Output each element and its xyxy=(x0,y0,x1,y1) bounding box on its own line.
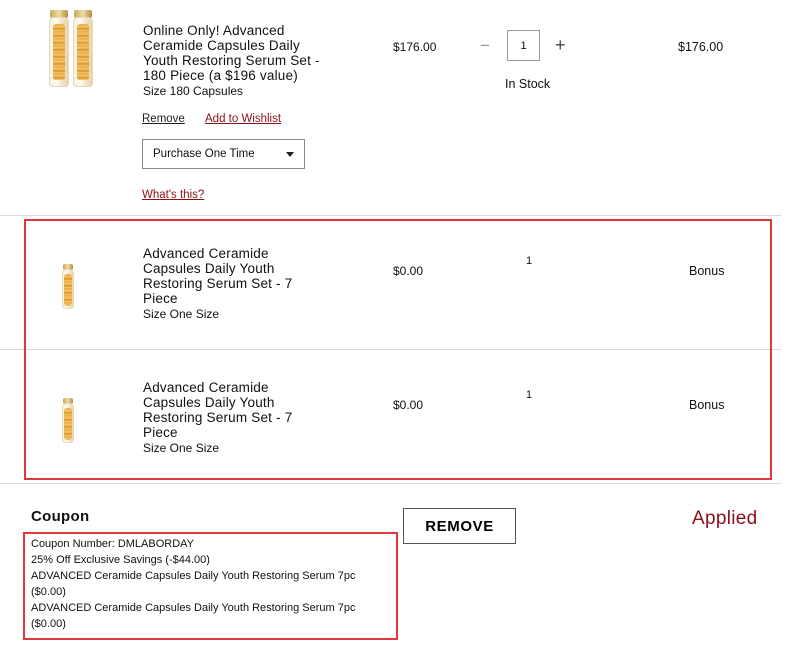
product-title-line: Online Only! Advanced xyxy=(143,23,285,38)
serum-capsule-bottles-icon[interactable] xyxy=(44,10,100,90)
cart-item: Online Only! Advanced Ceramide Capsules … xyxy=(0,0,801,215)
purchase-option-value: Purchase One Time xyxy=(153,148,255,160)
stock-status: In Stock xyxy=(505,77,551,91)
product-title-line: Ceramide Capsules Daily xyxy=(143,38,300,53)
product-size: Size 180 Capsules xyxy=(143,84,244,98)
product-title-line: Youth Restoring Serum Set - xyxy=(143,53,320,68)
chevron-down-icon xyxy=(286,152,294,157)
quantity-increase-button[interactable]: + xyxy=(555,35,566,56)
product-title-line: 180 Piece (a $196 value) xyxy=(143,68,298,83)
divider xyxy=(0,483,781,484)
bonus-items-highlight xyxy=(24,219,772,480)
line-total: $176.00 xyxy=(678,40,724,54)
whats-this-link[interactable]: What's this? xyxy=(142,189,204,201)
quantity-input[interactable]: 1 xyxy=(507,30,540,61)
coupon-heading: Coupon xyxy=(31,508,90,525)
coupon-status: Applied xyxy=(692,508,758,529)
add-to-wishlist-link[interactable]: Add to Wishlist xyxy=(205,113,281,125)
remove-item-link[interactable]: Remove xyxy=(142,113,185,125)
quantity-decrease-button[interactable]: − xyxy=(480,36,490,56)
coupon-details-highlight xyxy=(23,532,398,640)
unit-price: $176.00 xyxy=(393,40,437,54)
remove-coupon-button[interactable]: REMOVE xyxy=(403,508,516,544)
product-title[interactable]: Online Only! Advanced Ceramide Capsules … xyxy=(143,23,373,83)
purchase-option-select[interactable]: Purchase One Time xyxy=(142,139,305,169)
